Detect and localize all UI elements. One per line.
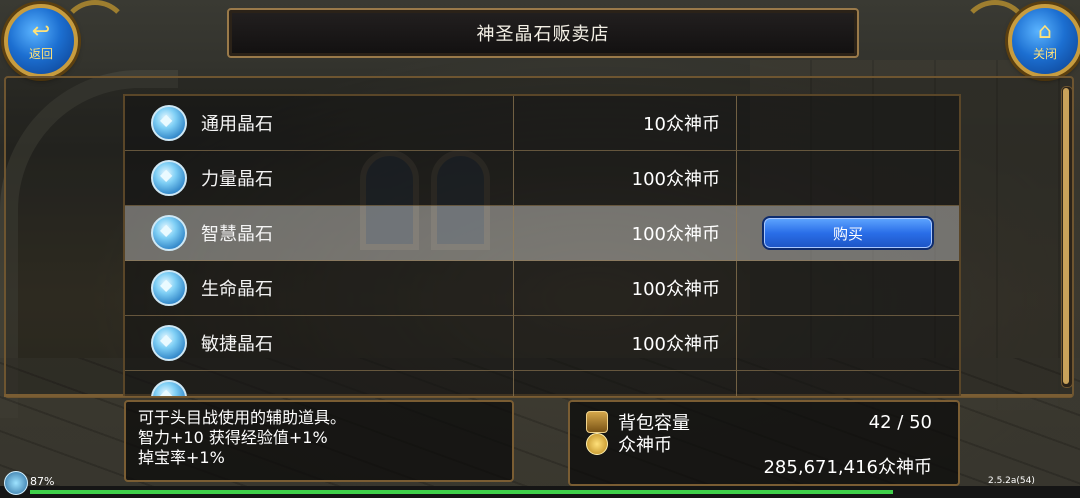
item-price: 100众神币 xyxy=(631,224,720,245)
item-description-panel: 可于头目战使用的辅助道具。 智力+10 获得经验值+1% 掉宝率+1% xyxy=(124,400,514,482)
item-name: 通用晶石 xyxy=(201,114,273,135)
currency-value: 285,671,416众神币 xyxy=(763,457,932,478)
bag-icon xyxy=(586,411,608,433)
crystal-gem-icon xyxy=(151,270,187,306)
close-button[interactable]: ⌂ 关闭 xyxy=(1008,4,1080,78)
scrollbar-thumb[interactable] xyxy=(1063,88,1069,384)
item-action-cell: 购买 xyxy=(737,206,959,260)
bag-capacity-value: 42 / 50 xyxy=(868,411,932,433)
item-price-cell: 10众神币 xyxy=(514,96,737,150)
back-button[interactable]: ↩ 返回 xyxy=(4,4,78,78)
back-button-label: 返回 xyxy=(28,46,53,61)
description-line: 可于头目战使用的辅助道具。 xyxy=(138,408,347,427)
item-name: 智慧晶石 xyxy=(201,224,273,245)
item-price: 10众神币 xyxy=(643,114,720,135)
crystal-gem-icon xyxy=(151,105,187,141)
currency-value-row: 285,671,416众神币 xyxy=(586,454,932,478)
item-name-cell: 力量晶石 xyxy=(125,151,514,205)
item-name-cell: 生命晶石 xyxy=(125,261,514,315)
buy-button[interactable]: 购买 xyxy=(762,216,934,250)
crystal-gem-icon xyxy=(151,215,187,251)
item-list[interactable]: 通用晶石 10众神币 力量晶石 100众神币 智慧晶石 100众神币 购买 生命… xyxy=(123,94,961,396)
coin-icon xyxy=(586,433,608,455)
description-line: 掉宝率+1% xyxy=(138,448,225,467)
battery-icon xyxy=(4,471,28,495)
item-price-cell: 100众神币 xyxy=(514,206,737,260)
item-row[interactable]: 敏捷晶石 100众神币 xyxy=(125,316,959,371)
item-name: 敏捷晶石 xyxy=(201,334,273,355)
item-row[interactable]: 通用晶石 10众神币 xyxy=(125,96,959,151)
item-row[interactable]: 生命晶石 100众神币 xyxy=(125,261,959,316)
inventory-panel: 背包容量 42 / 50 众神币 285,671,416众神币 xyxy=(568,400,960,486)
item-name-cell: 智慧晶石 xyxy=(125,206,514,260)
item-name-cell xyxy=(125,371,514,396)
item-name: 生命晶石 xyxy=(201,279,273,300)
item-action-cell xyxy=(737,371,959,396)
item-price-cell xyxy=(514,371,737,396)
version-label: 2.5.2a(54) xyxy=(988,476,1035,486)
crystal-gem-icon xyxy=(151,380,187,396)
description-line: 智力+10 获得经验值+1% xyxy=(138,428,328,447)
battery-percent: 87% xyxy=(30,475,55,488)
top-bar: ↩ 返回 神圣晶石贩卖店 ⌂ 关闭 xyxy=(0,0,1080,78)
item-name-cell: 通用晶石 xyxy=(125,96,514,150)
item-price: 100众神币 xyxy=(631,169,720,190)
experience-bar xyxy=(30,490,893,494)
item-row-partial[interactable] xyxy=(125,371,959,396)
item-action-cell xyxy=(737,151,959,205)
item-price-cell: 100众神币 xyxy=(514,316,737,370)
home-icon: ⌂ xyxy=(1038,18,1052,44)
close-button-label: 关闭 xyxy=(1032,46,1057,61)
crystal-gem-icon xyxy=(151,160,187,196)
item-price: 100众神币 xyxy=(631,334,720,355)
crystal-gem-icon xyxy=(151,325,187,361)
item-price-cell: 100众神币 xyxy=(514,261,737,315)
item-name-cell: 敏捷晶石 xyxy=(125,316,514,370)
page-title: 神圣晶石贩卖店 xyxy=(227,8,859,58)
item-row[interactable]: 力量晶石 100众神币 xyxy=(125,151,959,206)
item-action-cell xyxy=(737,96,959,150)
item-row-selected[interactable]: 智慧晶石 100众神币 购买 xyxy=(125,206,959,261)
item-action-cell xyxy=(737,261,959,315)
item-price-cell: 100众神币 xyxy=(514,151,737,205)
item-price: 100众神币 xyxy=(631,279,720,300)
item-name: 力量晶石 xyxy=(201,169,273,190)
back-arrow-icon: ↩ xyxy=(31,18,51,44)
item-action-cell xyxy=(737,316,959,370)
